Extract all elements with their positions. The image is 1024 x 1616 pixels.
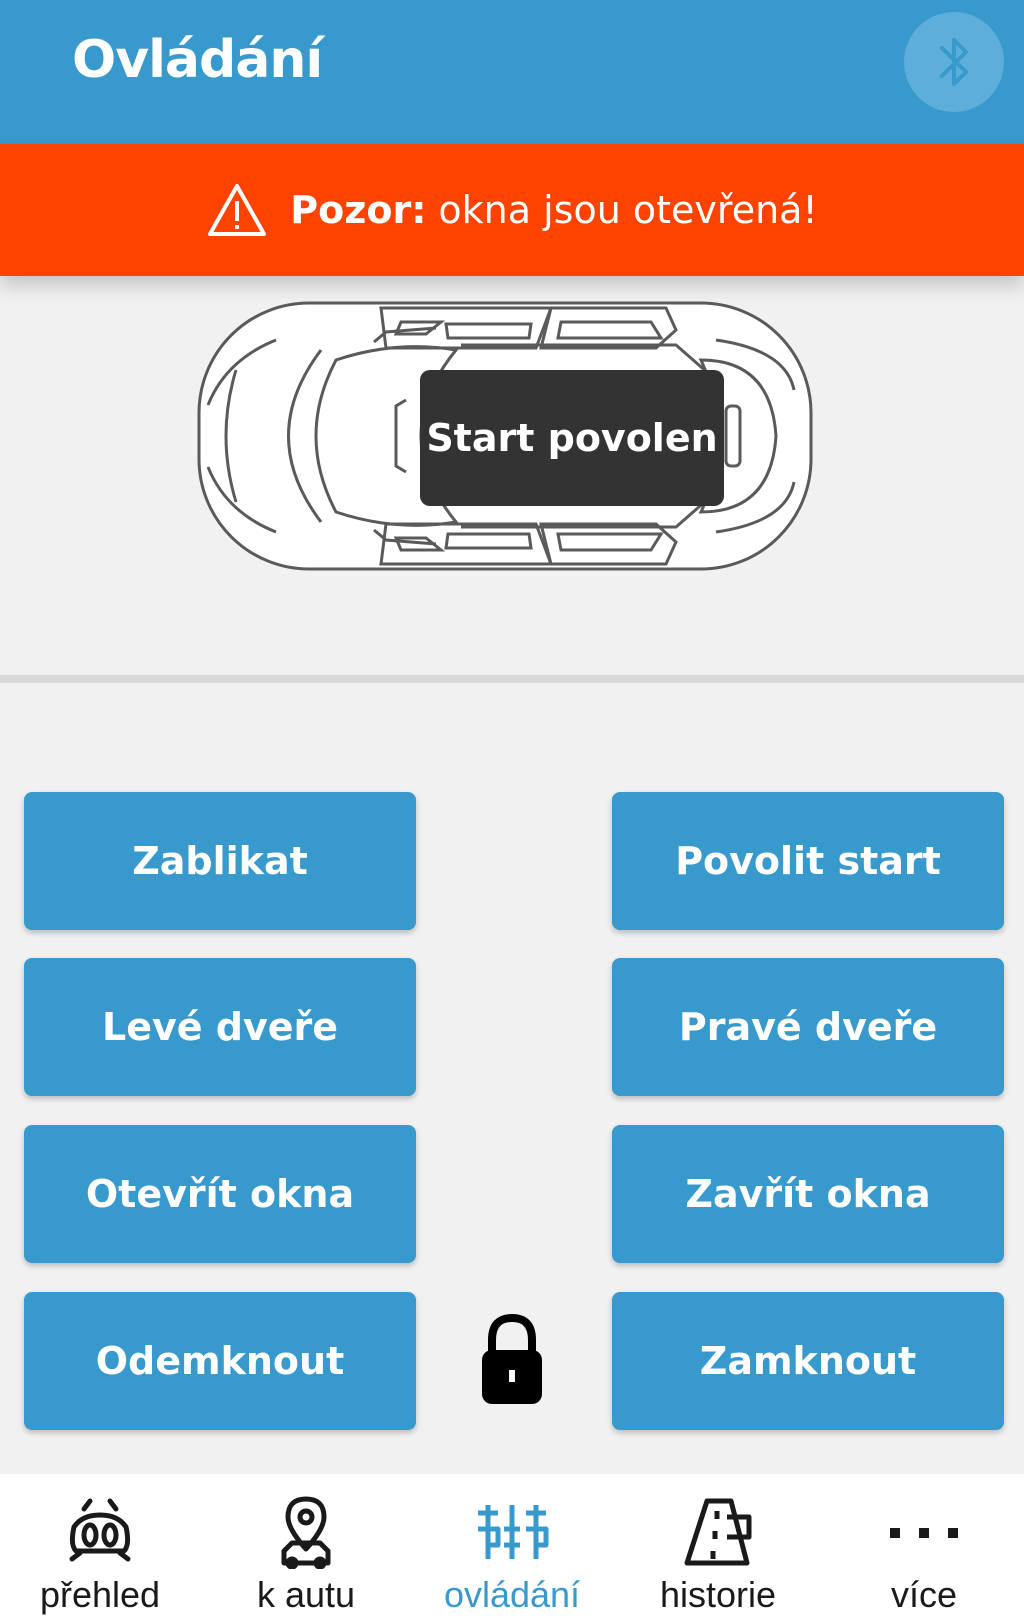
more-icon [824, 1492, 1024, 1572]
open-windows-button[interactable]: Otevřít okna [24, 1125, 416, 1263]
warning-icon [206, 181, 268, 239]
location-car-icon [206, 1492, 406, 1572]
section-divider [0, 675, 1024, 683]
nav-label: ovládání [443, 1574, 581, 1615]
allow-start-button[interactable]: Povolit start [612, 792, 1004, 930]
left-door-button[interactable]: Levé dveře [24, 958, 416, 1096]
controls-icon [412, 1492, 612, 1572]
close-windows-button[interactable]: Zavřít okna [612, 1125, 1004, 1263]
car-status-area: Start povolen [0, 276, 1024, 676]
bluetooth-icon [940, 38, 968, 86]
windows-open-alert: Pozor: okna jsou otevřená! [0, 144, 1024, 276]
lock-button[interactable]: Zamknout [612, 1292, 1004, 1430]
nav-label: více [890, 1574, 958, 1615]
road-flag-icon [618, 1492, 818, 1572]
nav-label: historie [659, 1574, 777, 1615]
nav-label: k autu [256, 1574, 356, 1615]
lock-icon [478, 1312, 546, 1412]
nav-item-history[interactable]: historie [618, 1474, 818, 1616]
nav-item-controls[interactable]: ovládání [412, 1474, 612, 1616]
bluetooth-button[interactable] [904, 12, 1004, 112]
app-bar: Ovládání [0, 0, 1024, 144]
flash-button[interactable]: Zablikat [24, 792, 416, 930]
start-status-badge: Start povolen [420, 370, 724, 506]
nav-label: přehled [39, 1574, 161, 1615]
alert-message: okna jsou otevřená! [438, 188, 818, 232]
right-door-button[interactable]: Pravé dveře [612, 958, 1004, 1096]
alert-label: Pozor: [290, 188, 427, 232]
unlock-button[interactable]: Odemknout [24, 1292, 416, 1430]
nav-item-more[interactable]: více [824, 1474, 1024, 1616]
bottom-navigation: přehled k autu ovládání historie více [0, 1474, 1024, 1616]
page-title: Ovládání [72, 30, 323, 90]
nav-item-overview[interactable]: přehled [0, 1474, 200, 1616]
car-front-icon [0, 1492, 200, 1572]
nav-item-to-car[interactable]: k autu [206, 1474, 406, 1616]
